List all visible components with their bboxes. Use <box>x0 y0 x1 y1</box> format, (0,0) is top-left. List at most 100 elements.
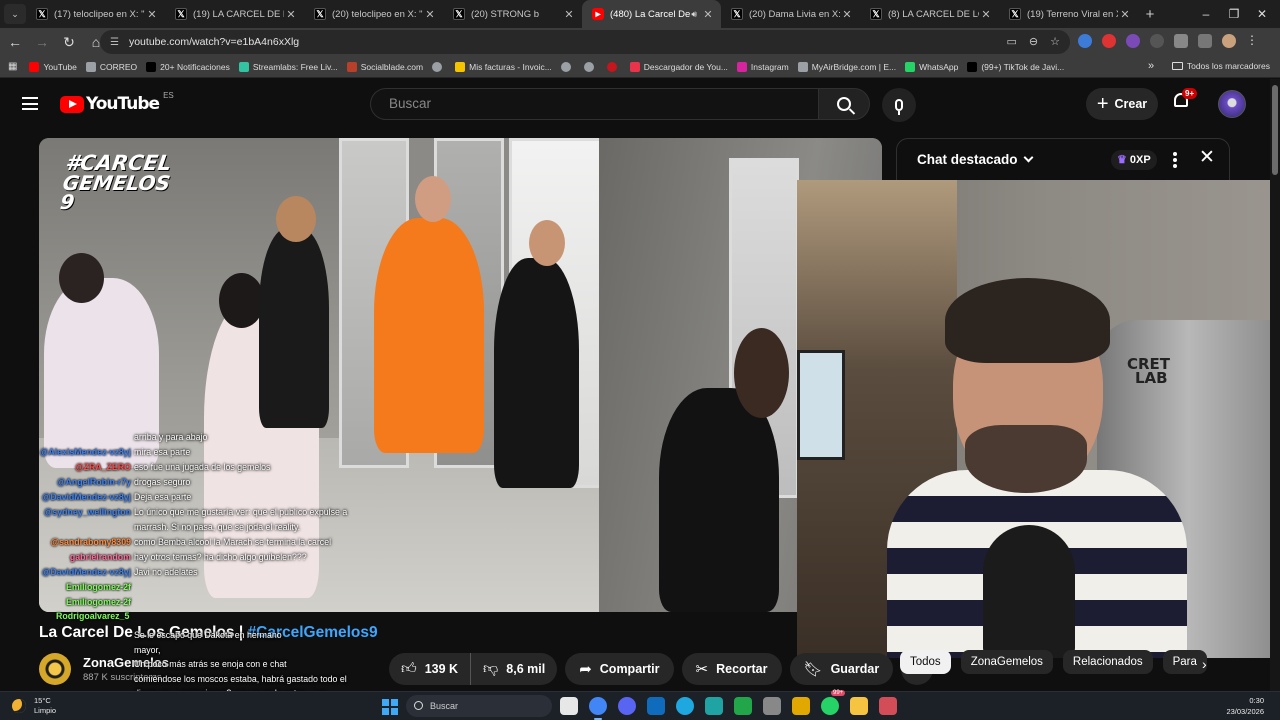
tab-search-button[interactable]: ⌄ <box>4 4 26 24</box>
bookmark-item[interactable]: YouTube <box>29 61 77 72</box>
browser-menu-icon[interactable]: ⋮ <box>1246 34 1260 48</box>
folder-icon[interactable] <box>850 697 868 715</box>
scrollbar-thumb[interactable] <box>1272 85 1278 175</box>
xp-badge[interactable]: ♛ 0XP <box>1111 150 1157 170</box>
tab[interactable]: 𝕏 (20) STRONG b ✕ <box>443 0 582 28</box>
tab[interactable]: 𝕏 (17) teloclipeo en X: " ✕ <box>26 0 165 28</box>
bookmark-item[interactable] <box>583 61 598 72</box>
channel-avatar[interactable] <box>39 653 71 685</box>
snipping-icon[interactable] <box>879 697 897 715</box>
bookmark-item[interactable]: Streamlabs: Free Liv... <box>238 61 338 72</box>
menu-icon[interactable] <box>22 97 38 110</box>
close-chat-icon[interactable]: ✕ <box>1199 148 1215 167</box>
tab-close-icon[interactable]: ✕ <box>1118 8 1132 21</box>
chat-options-icon[interactable] <box>1173 152 1177 168</box>
outlook-icon[interactable] <box>647 697 665 715</box>
file-explorer-icon[interactable] <box>560 697 578 715</box>
filter-chip[interactable]: Para <box>1162 650 1207 674</box>
bookmark-item[interactable]: MyAirBridge.com | E... <box>797 61 896 72</box>
tab-close-icon[interactable]: ✕ <box>423 8 437 21</box>
tab-close-icon[interactable]: ✕ <box>701 8 715 21</box>
tab-close-icon[interactable]: ✕ <box>145 8 159 21</box>
camtasia-icon[interactable] <box>734 697 752 715</box>
address-bar[interactable]: ☰ youtube.com/watch?v=e1bA4n6xXlg ▭ ⊖ ☆ <box>100 30 1070 54</box>
video-actions: 👍︎ 139 K 👎︎ 8,6 mil ➦ Compartir ✂ Recortar 🔖… <box>389 653 934 685</box>
bookmark-item[interactable]: (99+) TikTok de Javi... <box>967 61 1064 72</box>
bookmark-star-icon[interactable]: ☆ <box>1050 35 1060 48</box>
tab-close-icon[interactable]: ✕ <box>284 8 298 21</box>
bookmark-item[interactable]: WhatsApp <box>905 61 958 72</box>
whatsapp-icon[interactable] <box>821 697 839 715</box>
profile-avatar[interactable] <box>1222 34 1236 48</box>
filter-chip[interactable]: Relacionados <box>1062 650 1153 674</box>
search-input[interactable]: Buscar <box>370 88 818 120</box>
chat-mode-dropdown[interactable]: Chat destacado <box>917 152 1033 167</box>
site-info-icon[interactable]: ☰ <box>110 37 119 48</box>
save-button[interactable]: 🔖︎ Guardar <box>789 653 894 685</box>
chevron-right-icon[interactable]: › <box>1202 656 1207 672</box>
bookmark-favicon-icon <box>146 61 157 72</box>
discord-icon[interactable] <box>618 697 636 715</box>
create-button[interactable]: + Crear <box>1086 88 1158 120</box>
search-button[interactable] <box>818 88 870 120</box>
weather-widget[interactable]: 15°C Limpio <box>12 696 56 716</box>
speaker-icon[interactable]: 🔊︎ <box>691 9 697 20</box>
chat-overlay-user: Emiliogomez-2f <box>65 582 131 592</box>
forward-arrow-icon[interactable]: → <box>30 30 54 54</box>
tab-close-icon[interactable]: ✕ <box>562 8 576 21</box>
tab[interactable]: 𝕏 (19) Terreno Viral en X: "✕ <box>999 0 1138 28</box>
close-window-icon[interactable]: ✕ <box>1246 0 1278 28</box>
page-scrollbar[interactable] <box>1270 79 1280 691</box>
extension-icon[interactable] <box>1078 34 1092 48</box>
bookmark-item[interactable] <box>432 61 446 72</box>
reading-list-icon[interactable] <box>1198 34 1212 48</box>
tab[interactable]: 𝕏 (8) LA CARCEL DE LOS GE✕ <box>860 0 999 28</box>
filter-chip[interactable]: Todos <box>900 650 951 674</box>
extension-icon[interactable] <box>1150 34 1164 48</box>
clip-button[interactable]: ✂ Recortar <box>681 653 782 685</box>
tab-close-icon[interactable]: ✕ <box>979 8 993 21</box>
dislike-button[interactable]: 👎︎ 8,6 mil <box>471 653 557 685</box>
all-bookmarks-button[interactable]: Todos los marcadores <box>1171 61 1270 71</box>
settings-icon[interactable] <box>763 697 781 715</box>
voice-search-button[interactable] <box>882 88 916 122</box>
tab[interactable]: 𝕏 (19) LA CARCEL DE LOS G✕ <box>165 0 304 28</box>
extension-icon[interactable] <box>1102 34 1116 48</box>
edge-icon[interactable] <box>676 697 694 715</box>
taskbar-search[interactable]: Buscar <box>406 695 552 717</box>
bookmarks-overflow-button[interactable]: » <box>1148 60 1154 72</box>
extension-icon[interactable] <box>1126 34 1140 48</box>
share-button[interactable]: ➦ Compartir <box>565 653 674 685</box>
apps-grid-icon[interactable]: ▦ <box>8 61 17 72</box>
video-player[interactable]: #CARCEL GEMELOS 9 arriba y para abajo @Al… <box>39 138 882 612</box>
youtube-logo[interactable]: YouTube ES <box>60 91 174 114</box>
tab[interactable]: 𝕏 (20) Dama Livia en X: "Pe✕ <box>721 0 860 28</box>
windows-start-icon[interactable] <box>382 699 398 715</box>
tab[interactable]: 𝕏 (20) teloclipeo en X: "Ma✕ <box>304 0 443 28</box>
back-arrow-icon[interactable]: ← <box>3 30 27 54</box>
like-button[interactable]: 👍︎ 139 K <box>389 653 472 685</box>
extensions-puzzle-icon[interactable] <box>1174 34 1188 48</box>
bookmark-item[interactable]: Socialblade.com <box>346 61 423 72</box>
bookmark-item[interactable]: Instagram <box>736 61 789 72</box>
tab-close-icon[interactable]: ✕ <box>840 8 854 21</box>
new-tab-button[interactable]: + <box>1138 6 1162 23</box>
system-clock[interactable]: 0:30 23/03/2026 <box>1226 695 1264 717</box>
chrome-icon[interactable] <box>589 697 607 715</box>
bookmark-item[interactable]: Descargador de You... <box>629 61 728 72</box>
reload-icon[interactable]: ↻ <box>57 30 81 54</box>
bookmark-item[interactable]: Mis facturas - Invoic... <box>455 61 552 72</box>
bookmark-item[interactable]: 20+ Notificaciones <box>146 61 230 72</box>
bookmark-item[interactable]: CORREO <box>85 61 137 72</box>
bookmark-item[interactable] <box>606 61 621 72</box>
network-icon[interactable] <box>705 697 723 715</box>
cast-icon[interactable]: ▭ <box>1007 35 1017 48</box>
tab-active[interactable]: ▸ (480) La Carcel De Los🔊︎ ✕ <box>582 0 721 28</box>
bookmark-item[interactable] <box>560 61 575 72</box>
zoom-icon[interactable]: ⊖ <box>1029 35 1038 48</box>
notifications-button[interactable]: 9+ <box>1172 88 1198 113</box>
bookmark-favicon-icon <box>905 61 916 72</box>
app-icon[interactable] <box>792 697 810 715</box>
filter-chip[interactable]: ZonaGemelos <box>960 650 1053 674</box>
account-avatar[interactable] <box>1218 90 1246 118</box>
